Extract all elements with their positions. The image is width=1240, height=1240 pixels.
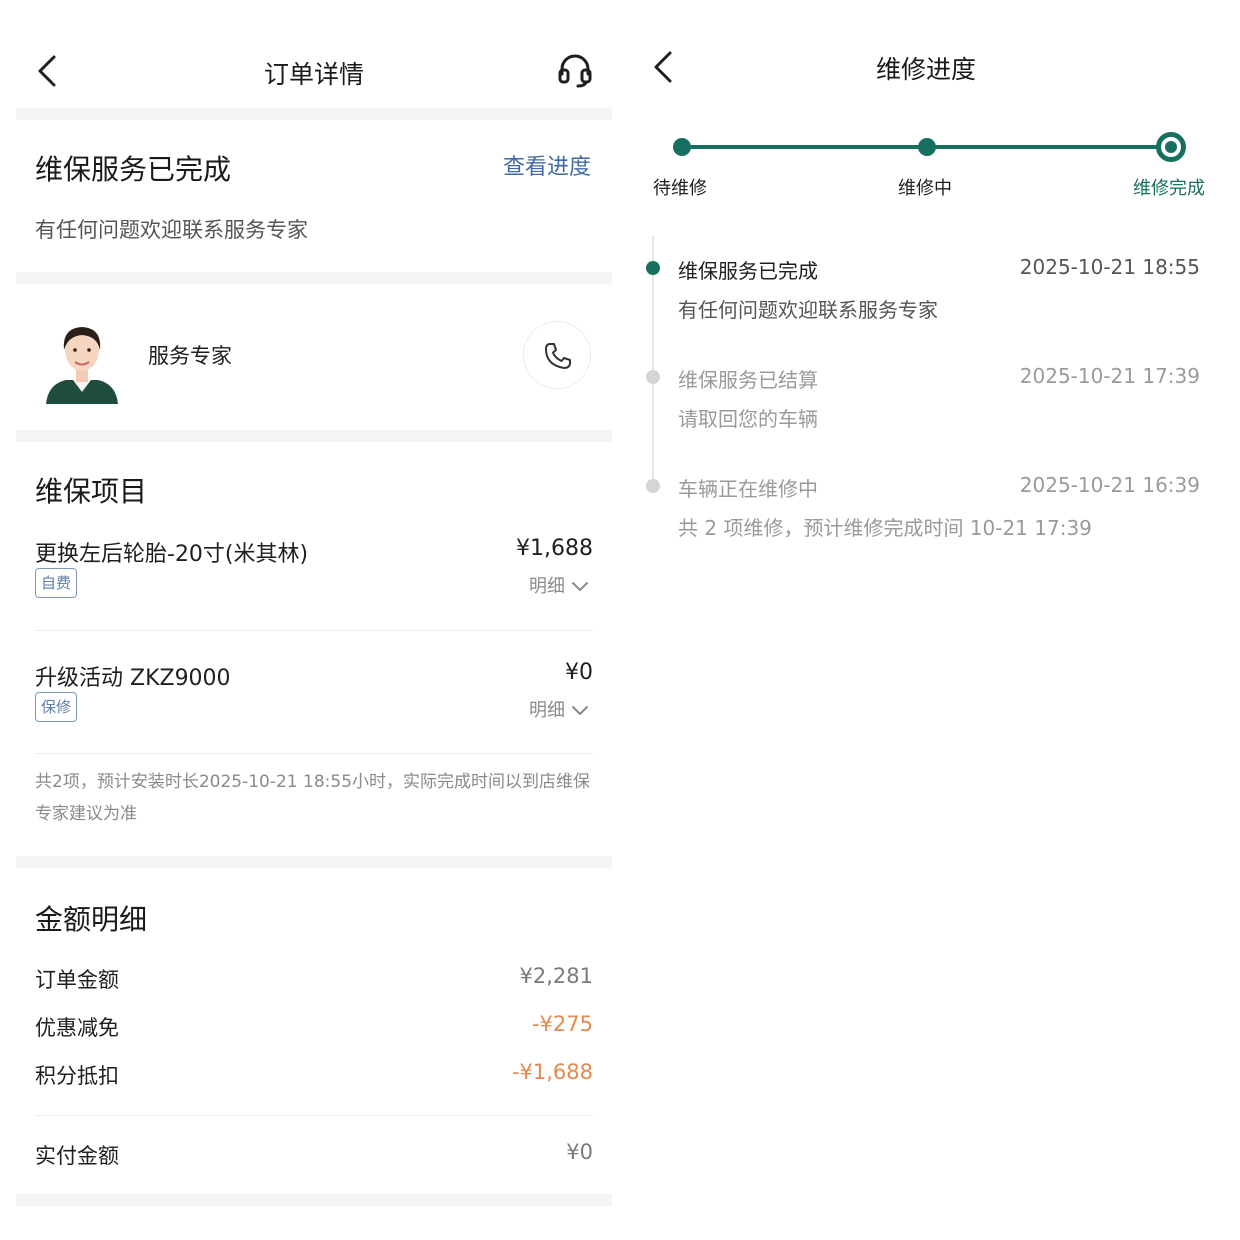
customer-service-button[interactable] [558, 52, 592, 88]
repair-progress-screen: 维修进度 待维修 维修中 维修完成 维保服务已完成 2025-10-21 18:… [630, 0, 1240, 1240]
view-progress-link[interactable]: 查看进度 [503, 149, 591, 181]
chevron-down-icon [572, 706, 588, 715]
step-dot-pending [673, 138, 691, 156]
total-value: ¥0 [566, 1140, 593, 1164]
list-item: 升级活动 ZKZ9000 ¥0 保修 明细 [35, 660, 593, 730]
step-label-in-progress: 维修中 [898, 178, 952, 199]
timeline-time: 2025-10-21 16:39 [1019, 473, 1200, 497]
item-detail-toggle[interactable]: 明细 [529, 696, 589, 722]
avatar [44, 318, 120, 404]
timeline-time: 2025-10-21 18:55 [1019, 255, 1200, 279]
amount-row-total: 实付金额 ¥0 [35, 1140, 593, 1170]
item-price: ¥1,688 [516, 536, 593, 561]
timeline-dot [646, 370, 660, 384]
item-divider [35, 753, 593, 754]
list-item: 更换左后轮胎-20寸(米其林) ¥1,688 自费 明细 [35, 536, 593, 606]
maintenance-items-section: 维保项目 更换左后轮胎-20寸(米其林) ¥1,688 自费 明细 升级活动 Z… [16, 442, 612, 856]
section-divider [16, 856, 612, 868]
items-note: 共2项，预计安装时长2025-10-21 18:55小时，实际完成时间以到店维保… [35, 772, 591, 824]
section-divider [16, 108, 612, 120]
progress-timeline: 维保服务已完成 2025-10-21 18:55 有任何问题欢迎联系服务专家 维… [630, 236, 1240, 556]
detail-label: 明细 [529, 576, 565, 597]
detail-label: 明细 [529, 700, 565, 721]
timeline-subtitle: 共 2 项维修，预计维修完成时间 10-21 17:39 [678, 516, 1092, 540]
status-subtitle: 有任何问题欢迎联系服务专家 [35, 218, 308, 242]
item-name: 更换左后轮胎-20寸(米其林) [35, 542, 309, 567]
item-detail-toggle[interactable]: 明细 [529, 572, 589, 598]
section-divider [16, 272, 612, 284]
timeline-subtitle: 请取回您的车辆 [678, 407, 818, 431]
step-dot-in-progress [918, 138, 936, 156]
timeline-time: 2025-10-21 17:39 [1019, 364, 1200, 388]
amount-label: 积分抵扣 [35, 1064, 119, 1088]
timeline-dot [646, 479, 660, 493]
payment-type-badge: 保修 [35, 692, 78, 722]
amount-label: 订单金额 [35, 968, 119, 992]
section-title: 金额明细 [35, 903, 148, 936]
amount-detail-section: 金额明细 订单金额 ¥2,281 优惠减免 -¥275 积分抵扣 -¥1,688… [16, 868, 612, 1194]
expert-name: 服务专家 [148, 344, 232, 368]
total-label: 实付金额 [35, 1144, 119, 1168]
section-divider [16, 430, 612, 442]
amount-value: -¥1,688 [511, 1060, 593, 1084]
amount-row-order: 订单金额 ¥2,281 [35, 964, 593, 994]
headset-icon [558, 54, 592, 88]
amount-divider [35, 1115, 593, 1116]
section-title: 维保项目 [35, 475, 148, 508]
amount-label: 优惠减免 [35, 1016, 119, 1040]
call-expert-button[interactable] [523, 321, 591, 389]
item-price: ¥0 [565, 660, 593, 685]
section-divider [16, 1194, 612, 1206]
amount-value: ¥2,281 [519, 964, 593, 988]
page-title: 订单详情 [263, 60, 364, 89]
page-title: 维修进度 [875, 55, 976, 84]
chevron-down-icon [572, 582, 588, 591]
amount-row-points: 积分抵扣 -¥1,688 [35, 1060, 593, 1090]
item-divider [35, 630, 593, 631]
step-dot-complete [1156, 132, 1186, 162]
order-detail-screen: 订单详情 维保服务已完成 查看进度 有任何问题欢迎联系服务专家 服务专家 维保项… [16, 0, 612, 1240]
timeline-subtitle: 有任何问题欢迎联系服务专家 [678, 298, 938, 322]
item-name: 升级活动 ZKZ9000 [35, 666, 231, 691]
timeline-dot [646, 261, 660, 275]
timeline-title: 维保服务已结算 [678, 368, 818, 392]
step-label-pending: 待维修 [653, 178, 707, 199]
progress-stepper: 待维修 维修中 维修完成 [630, 120, 1240, 210]
phone-icon [545, 343, 571, 369]
status-title: 维保服务已完成 [35, 153, 232, 186]
timeline-title: 车辆正在维修中 [678, 477, 818, 501]
service-status-card: 维保服务已完成 查看进度 有任何问题欢迎联系服务专家 [16, 120, 612, 272]
step-label-complete: 维修完成 [1133, 178, 1205, 199]
amount-row-discount: 优惠减免 -¥275 [35, 1012, 593, 1042]
service-expert-card: 服务专家 [16, 284, 612, 430]
amount-value: -¥275 [531, 1012, 593, 1036]
order-detail-nav-bar: 订单详情 [16, 0, 612, 108]
timeline-title: 维保服务已完成 [678, 259, 818, 283]
payment-type-badge: 自费 [35, 568, 78, 598]
